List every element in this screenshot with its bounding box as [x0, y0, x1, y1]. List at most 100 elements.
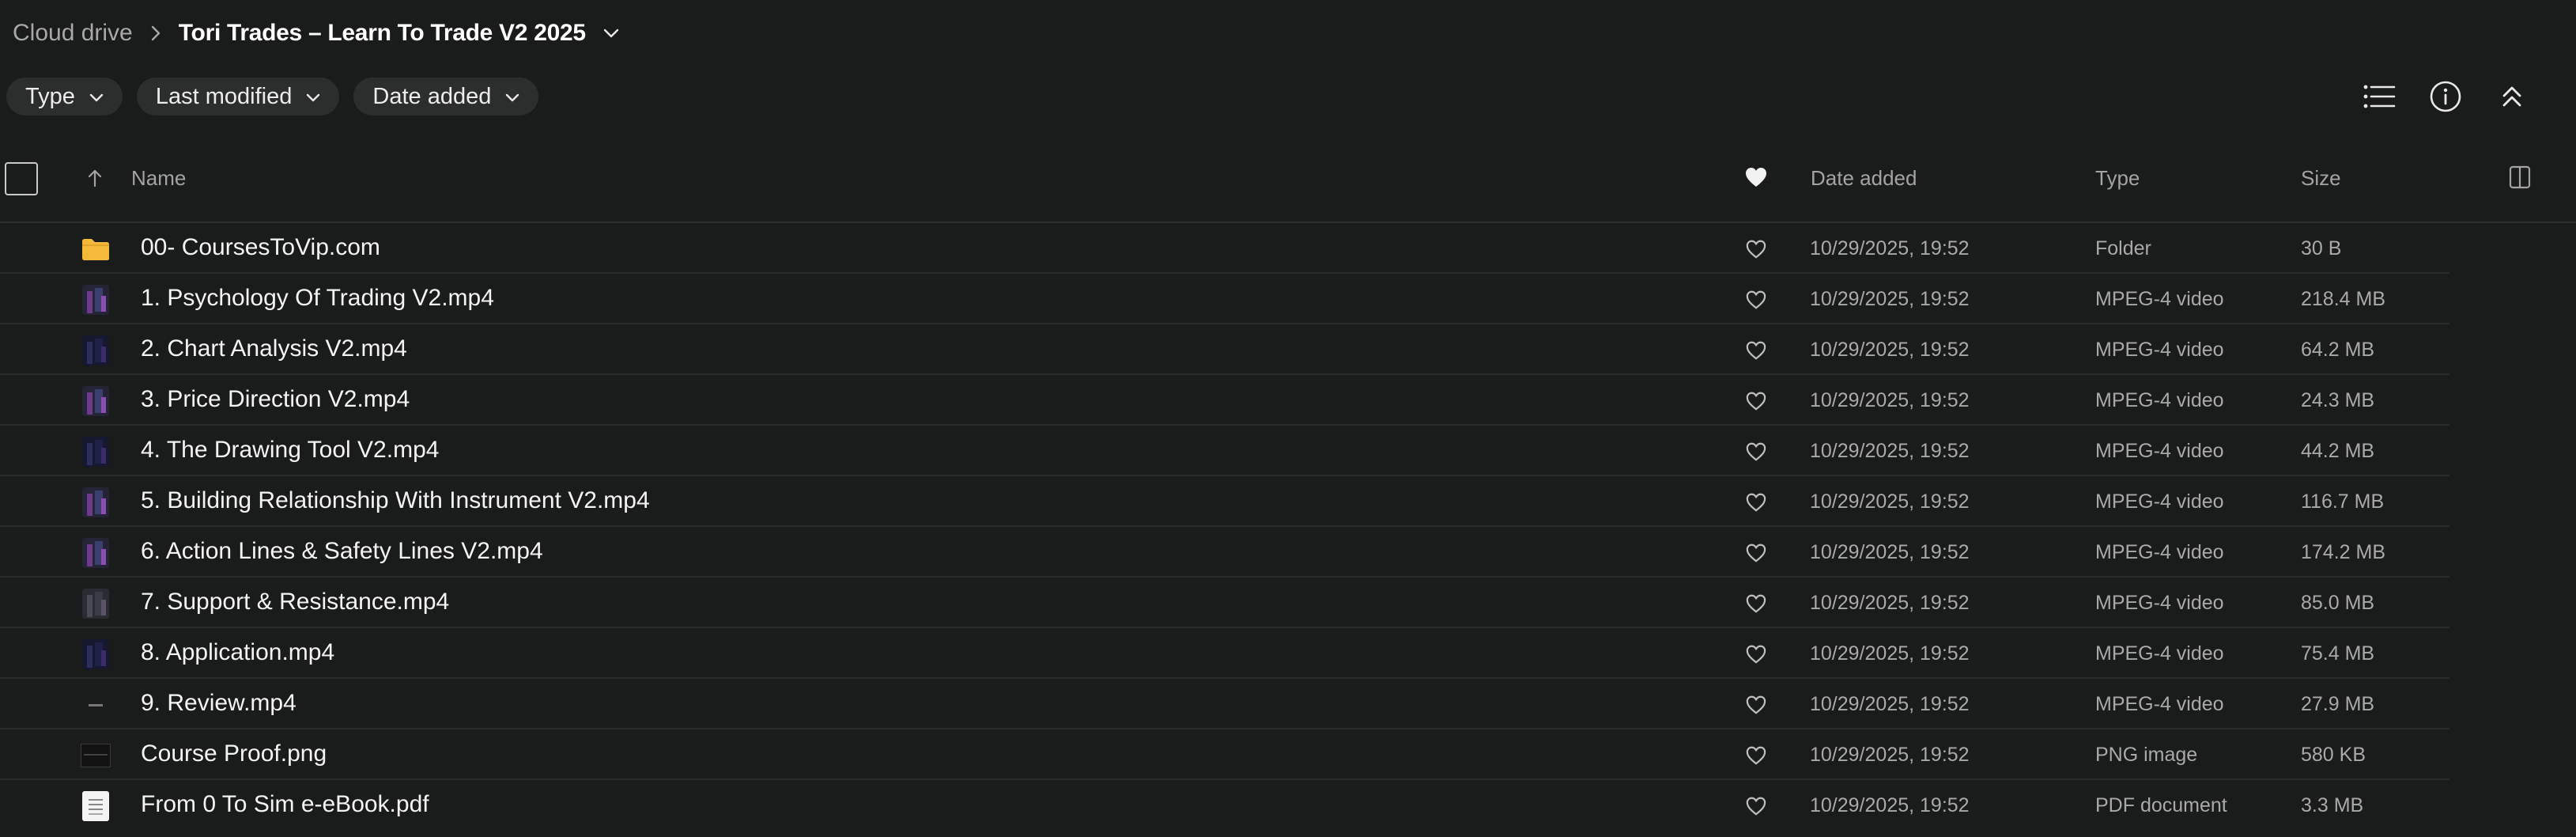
- date-added-cell: 10/29/2025, 19:52: [1810, 642, 1970, 665]
- size-cell: 85.0 MB: [2301, 592, 2375, 614]
- collapse-icon[interactable]: [2494, 78, 2530, 115]
- file-name[interactable]: 00- CoursesToVip.com: [141, 234, 380, 261]
- type-cell: MPEG-4 video: [2095, 389, 2224, 411]
- table-row[interactable]: 4. The Drawing Tool V2.mp4 10/29/2025, 19…: [0, 426, 2576, 476]
- chevron-down-icon[interactable]: [602, 27, 621, 40]
- file-name[interactable]: From 0 To Sim e-eBook.pdf: [141, 791, 429, 818]
- heart-icon[interactable]: [1744, 239, 1768, 263]
- heart-icon[interactable]: [1744, 644, 1768, 668]
- video-thumbnail: [81, 639, 111, 669]
- date-added-cell: 10/29/2025, 19:52: [1810, 490, 1970, 513]
- type-cell: PDF document: [2095, 794, 2227, 816]
- heart-icon[interactable]: [1744, 745, 1768, 770]
- video-thumbnail: [81, 589, 111, 619]
- filter-label: Type: [25, 83, 75, 109]
- size-cell: 580 KB: [2301, 744, 2366, 766]
- table-row[interactable]: 1. Psychology Of Trading V2.mp4 10/29/202…: [0, 274, 2576, 324]
- heart-icon[interactable]: [1744, 340, 1768, 365]
- file-name[interactable]: 3. Price Direction V2.mp4: [141, 386, 410, 413]
- table-row[interactable]: 9. Review.mp4 10/29/2025, 19:52 MPEG-4 vid…: [0, 679, 2576, 729]
- file-name[interactable]: 4. The Drawing Tool V2.mp4: [141, 437, 439, 464]
- video-thumbnail: [81, 437, 111, 467]
- table-row[interactable]: 5. Building Relationship With Instrument…: [0, 476, 2576, 527]
- type-cell: PNG image: [2095, 744, 2198, 766]
- file-name[interactable]: 1. Psychology Of Trading V2.mp4: [141, 285, 494, 312]
- filter-label: Last modified: [155, 83, 293, 109]
- info-icon[interactable]: [2427, 78, 2464, 115]
- size-cell: 3.3 MB: [2301, 794, 2364, 816]
- date-added-cell: 10/29/2025, 19:52: [1810, 744, 1970, 766]
- heart-icon[interactable]: [1744, 391, 1768, 415]
- filter-label: Date added: [372, 83, 492, 109]
- video-thumbnail: [81, 487, 111, 517]
- size-cell: 27.9 MB: [2301, 693, 2375, 715]
- breadcrumb: Cloud drive Tori Trades – Learn To Trade…: [13, 14, 621, 52]
- file-name[interactable]: 9. Review.mp4: [141, 690, 297, 717]
- breadcrumb-root-link[interactable]: Cloud drive: [13, 20, 133, 47]
- folder-icon: [81, 234, 111, 264]
- heart-icon[interactable]: [1744, 796, 1768, 820]
- columns-settings-icon[interactable]: [2508, 165, 2532, 195]
- video-thumbnail: [81, 285, 111, 315]
- breadcrumb-current-folder[interactable]: Tori Trades – Learn To Trade V2 2025: [179, 20, 586, 47]
- table-row[interactable]: 8. Application.mp4 10/29/2025, 19:52 MPEG-…: [0, 628, 2576, 679]
- table-row[interactable]: 2. Chart Analysis V2.mp4 10/29/2025, 19:5…: [0, 324, 2576, 375]
- type-cell: MPEG-4 video: [2095, 592, 2224, 614]
- date-added-cell: 10/29/2025, 19:52: [1810, 693, 1970, 715]
- pdf-thumbnail: [81, 791, 111, 821]
- type-cell: MPEG-4 video: [2095, 541, 2224, 563]
- image-thumbnail: [81, 740, 111, 771]
- size-cell: 75.4 MB: [2301, 642, 2375, 665]
- video-thumbnail: [81, 386, 111, 416]
- filter-last-modified-dropdown[interactable]: Last modified: [136, 78, 340, 116]
- size-cell: 218.4 MB: [2301, 288, 2386, 310]
- date-added-cell: 10/29/2025, 19:52: [1810, 339, 1970, 361]
- column-header-date-added[interactable]: Date added: [1811, 166, 1917, 191]
- table-row[interactable]: From 0 To Sim e-eBook.pdf 10/29/2025, 19:…: [0, 780, 2576, 831]
- type-cell: MPEG-4 video: [2095, 642, 2224, 665]
- type-cell: MPEG-4 video: [2095, 339, 2224, 361]
- table-header: Name Date added Type Size: [0, 155, 2576, 223]
- size-cell: 24.3 MB: [2301, 389, 2375, 411]
- column-header-size[interactable]: Size: [2301, 166, 2341, 191]
- sort-ascending-icon[interactable]: [87, 168, 103, 192]
- view-toolbar: [2361, 78, 2530, 116]
- heart-icon[interactable]: [1744, 441, 1768, 466]
- file-name[interactable]: Course Proof.png: [141, 740, 327, 767]
- type-cell: MPEG-4 video: [2095, 693, 2224, 715]
- video-thumbnail: [81, 335, 111, 365]
- file-name[interactable]: 7. Support & Resistance.mp4: [141, 589, 449, 615]
- date-added-cell: 10/29/2025, 19:52: [1810, 541, 1970, 563]
- table-row[interactable]: 3. Price Direction V2.mp4 10/29/2025, 19:…: [0, 375, 2576, 426]
- size-cell: 64.2 MB: [2301, 339, 2375, 361]
- cloud-drive-window: Cloud drive Tori Trades – Learn To Trade…: [0, 0, 2576, 837]
- heart-icon[interactable]: [1744, 290, 1768, 314]
- date-added-cell: 10/29/2025, 19:52: [1810, 237, 1970, 259]
- file-name[interactable]: 6. Action Lines & Safety Lines V2.mp4: [141, 538, 543, 565]
- file-name[interactable]: 5. Building Relationship With Instrument…: [141, 487, 650, 514]
- heart-filled-icon[interactable]: [1744, 166, 1768, 194]
- chevron-right-icon: [150, 25, 161, 42]
- type-cell: MPEG-4 video: [2095, 288, 2224, 310]
- select-all-checkbox[interactable]: [5, 162, 38, 195]
- table-row[interactable]: 7. Support & Resistance.mp4 10/29/2025, 1…: [0, 578, 2576, 628]
- heart-icon[interactable]: [1744, 492, 1768, 517]
- heart-icon[interactable]: [1744, 543, 1768, 567]
- heart-icon[interactable]: [1744, 695, 1768, 719]
- type-cell: MPEG-4 video: [2095, 440, 2224, 462]
- table-row[interactable]: 6. Action Lines & Safety Lines V2.mp4 10/…: [0, 527, 2576, 578]
- heart-icon[interactable]: [1744, 593, 1768, 618]
- file-name[interactable]: 2. Chart Analysis V2.mp4: [141, 335, 407, 362]
- size-cell: 174.2 MB: [2301, 541, 2386, 563]
- filter-date-added-dropdown[interactable]: Date added: [353, 78, 539, 116]
- table-row[interactable]: Course Proof.png 10/29/2025, 19:52 PNG ima…: [0, 729, 2576, 780]
- column-header-type[interactable]: Type: [2095, 166, 2140, 191]
- filter-type-dropdown[interactable]: Type: [6, 78, 123, 116]
- column-header-name[interactable]: Name: [131, 166, 186, 191]
- table-row[interactable]: 00- CoursesToVip.com 10/29/2025, 19:52 Fol…: [0, 223, 2576, 274]
- list-view-icon[interactable]: [2361, 78, 2397, 115]
- date-added-cell: 10/29/2025, 19:52: [1810, 288, 1970, 310]
- size-cell: 30 B: [2301, 237, 2342, 259]
- file-name[interactable]: 8. Application.mp4: [141, 639, 334, 666]
- chevron-down-icon: [88, 84, 105, 110]
